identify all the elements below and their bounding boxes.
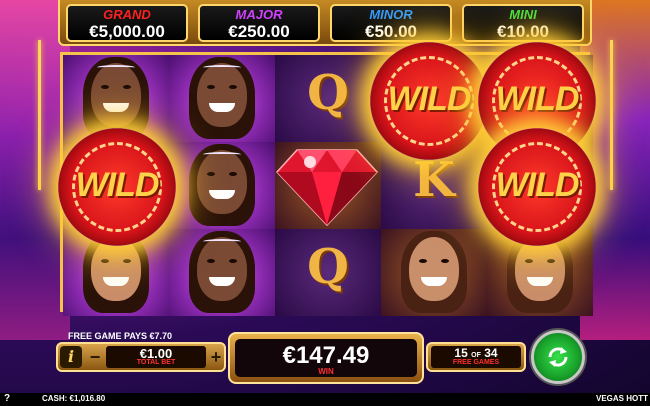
win-value: €147.49 <box>282 342 370 369</box>
total-bet-label: TOTAL BET <box>136 359 176 366</box>
free-games-total: 34 <box>484 346 498 360</box>
spin-button[interactable] <box>531 330 585 384</box>
jackpot-mini: MINI €10.00 <box>462 4 584 42</box>
symbol-woman-dark <box>169 55 275 142</box>
jackpot-label: GRAND <box>103 7 151 22</box>
help-icon[interactable]: ? <box>4 393 10 404</box>
jackpot-label: MAJOR <box>235 7 283 22</box>
symbol-letter: Q <box>307 65 349 121</box>
jackpot-grand: GRAND €5,000.00 <box>66 4 188 42</box>
cash-balance: CASH: €1,016.80 <box>42 394 106 403</box>
free-game-pays-text: FREE GAME PAYS €7.70 <box>68 331 173 341</box>
jackpot-value: €50.00 <box>365 22 417 41</box>
wild-chip: WILD <box>370 42 488 160</box>
symbol-letter: Q <box>307 239 349 295</box>
decrease-bet-button[interactable]: − <box>86 347 104 367</box>
jackpot-bar: GRAND €5,000.00 MAJOR €250.00 MINOR €50.… <box>58 0 592 46</box>
jackpot-label: MINI <box>509 7 537 22</box>
free-games-label: FREE GAMES <box>452 359 500 366</box>
symbol-queen: Q <box>275 55 381 142</box>
wild-label: WILD <box>495 166 580 204</box>
wild-label: WILD <box>387 80 472 118</box>
wild-chip: WILD <box>478 128 596 246</box>
wild-label: WILD <box>495 80 580 118</box>
free-games-current: 15 <box>454 346 468 360</box>
jackpot-major: MAJOR €250.00 <box>198 4 320 42</box>
neon-divider <box>610 40 613 190</box>
total-bet-display: €1.00 TOTAL BET <box>106 346 206 368</box>
jackpot-minor: MINOR €50.00 <box>330 4 452 42</box>
symbol-woman-brunette <box>381 229 487 316</box>
game-title: VEGAS HOTT <box>595 394 648 403</box>
info-button[interactable]: i <box>60 346 82 368</box>
jackpot-value: €250.00 <box>228 22 290 41</box>
free-games-panel: 15 OF 34 FREE GAMES <box>426 342 526 372</box>
free-games-display: 15 OF 34 FREE GAMES <box>431 346 521 368</box>
jackpot-label: MINOR <box>369 7 413 22</box>
free-games-of: OF <box>471 352 481 359</box>
win-display: €147.49 WIN <box>235 339 417 377</box>
symbol-letter: K <box>413 152 455 208</box>
status-bar: ? CASH: €1,016.80 VEGAS HOTT <box>0 393 650 406</box>
diamond-icon <box>275 149 379 227</box>
increase-bet-button[interactable]: + <box>208 347 224 367</box>
bet-panel: i − €1.00 TOTAL BET + <box>56 342 226 372</box>
wild-label: WILD <box>75 166 160 204</box>
free-games-count: 15 OF 34 <box>431 346 521 360</box>
win-label: WIN <box>318 367 334 376</box>
game-screen: GRAND €5,000.00 MAJOR €250.00 MINOR €50.… <box>0 0 650 406</box>
neon-divider <box>38 40 41 190</box>
symbol-queen: Q <box>275 229 381 316</box>
win-panel: €147.49 WIN <box>228 332 424 384</box>
refresh-icon <box>548 347 568 367</box>
wild-chip: WILD <box>58 128 176 246</box>
jackpot-value: €10.00 <box>497 22 549 41</box>
jackpot-value: €5,000.00 <box>89 22 165 41</box>
symbol-woman-dark <box>169 142 275 229</box>
symbol-woman-dark <box>169 229 275 316</box>
